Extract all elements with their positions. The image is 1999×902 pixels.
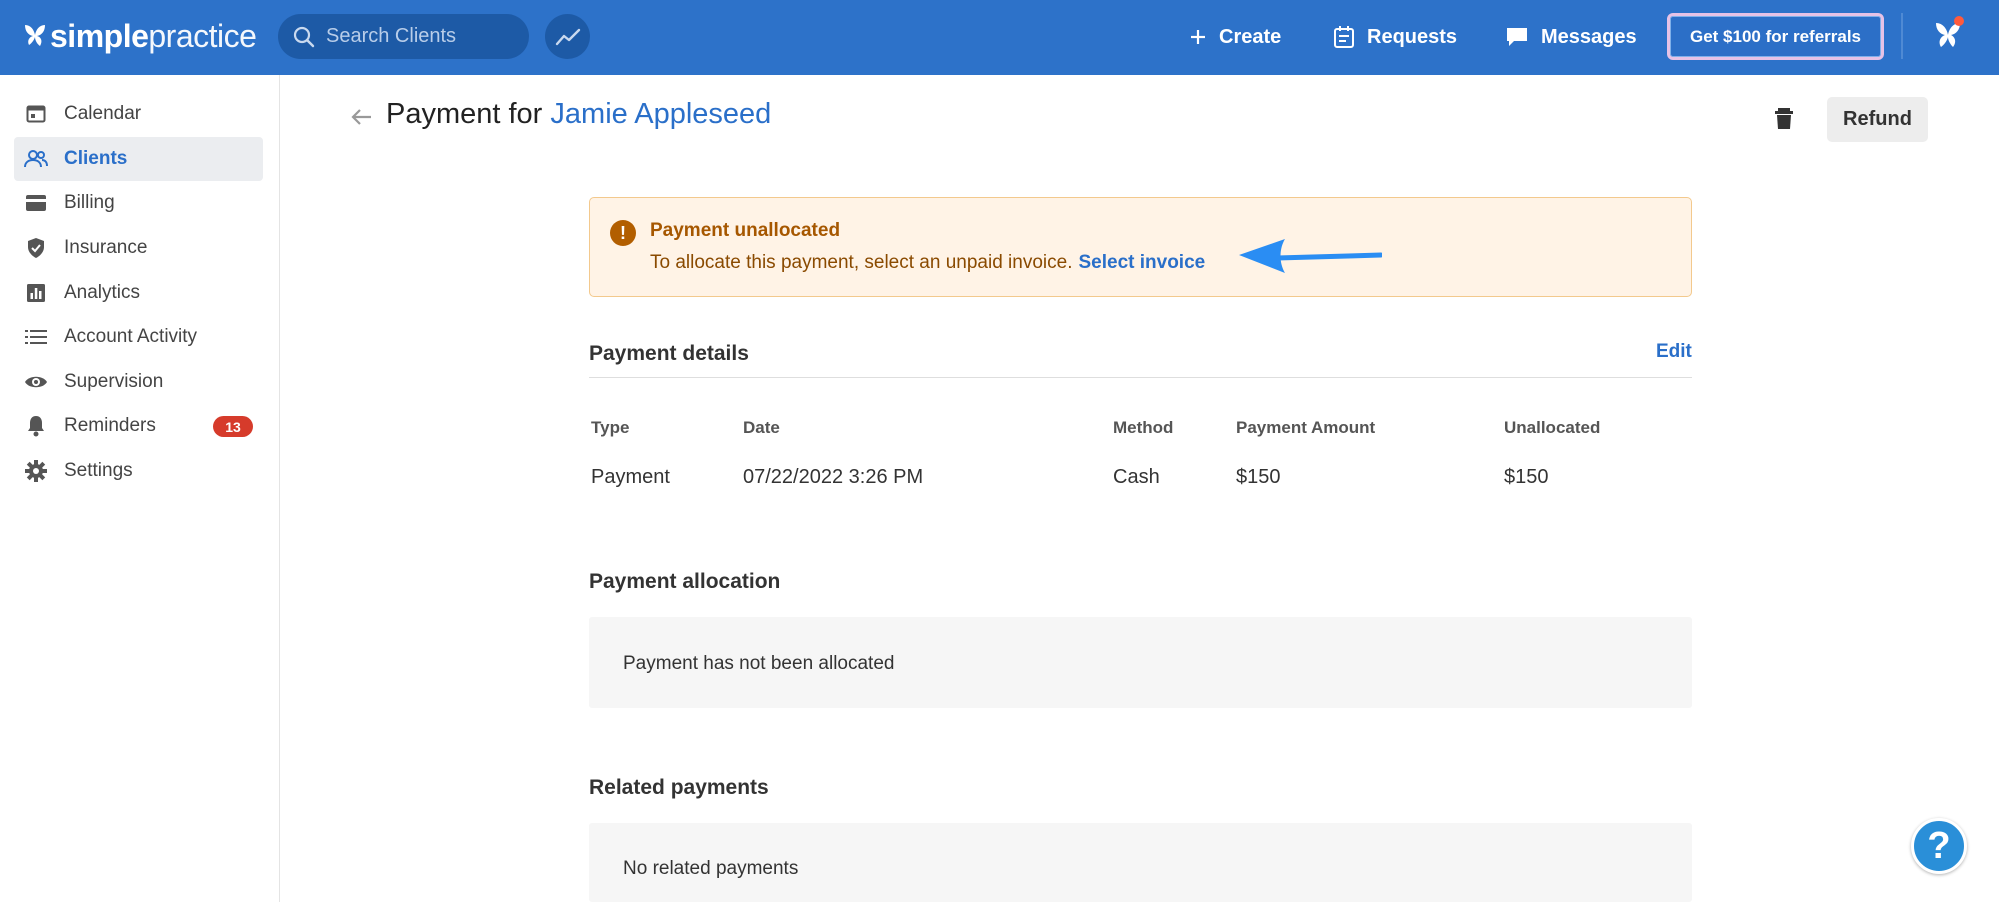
referral-button[interactable]: Get $100 for referrals bbox=[1667, 13, 1884, 60]
sidebar-item-label: Analytics bbox=[64, 282, 141, 303]
sidebar-item-label: Calendar bbox=[64, 103, 142, 124]
column-header-unallocated: Unallocated bbox=[1504, 418, 1601, 437]
sidebar-item-label: Account Activity bbox=[64, 326, 198, 347]
logo-text-light: practice bbox=[148, 17, 257, 54]
edit-payment-link[interactable]: Edit bbox=[1656, 341, 1692, 363]
clients-icon bbox=[24, 147, 48, 171]
gear-icon bbox=[24, 459, 48, 483]
sidebar-item-supervision[interactable]: Supervision bbox=[14, 360, 263, 404]
butterfly-logo-icon bbox=[25, 25, 45, 46]
cell-type: Payment bbox=[591, 466, 670, 488]
cell-payment-amount: $150 bbox=[1236, 466, 1281, 488]
unallocated-warning-banner: ! Payment unallocated To allocate this p… bbox=[589, 197, 1692, 297]
search-icon bbox=[293, 26, 315, 47]
column-header-method: Method bbox=[1113, 418, 1174, 437]
calendar-icon bbox=[24, 102, 48, 126]
alert-message: To allocate this payment, select an unpa… bbox=[650, 252, 1205, 274]
payment-allocation-title: Payment allocation bbox=[589, 570, 781, 593]
create-button[interactable]: Create bbox=[1189, 18, 1281, 56]
sidebar-item-calendar[interactable]: Calendar bbox=[14, 92, 263, 136]
sidebar-item-analytics[interactable]: Analytics bbox=[14, 271, 263, 315]
chat-bubble-icon bbox=[1507, 28, 1527, 46]
client-name-link[interactable]: Jamie Appleseed bbox=[550, 98, 771, 130]
eye-icon bbox=[24, 370, 48, 394]
sidebar-item-label: Insurance bbox=[64, 237, 148, 258]
back-arrow-icon[interactable] bbox=[349, 104, 375, 130]
plus-icon bbox=[1191, 30, 1205, 44]
empty-state-text: No related payments bbox=[623, 858, 799, 879]
page-title-prefix: Payment for bbox=[386, 98, 543, 130]
column-header-payment-amount: Payment Amount bbox=[1236, 418, 1376, 437]
search-input[interactable] bbox=[326, 25, 516, 48]
requests-label: Requests bbox=[1367, 25, 1458, 48]
refund-button[interactable]: Refund bbox=[1827, 97, 1928, 142]
requests-button[interactable]: Requests bbox=[1333, 18, 1457, 56]
cell-unallocated: $150 bbox=[1504, 466, 1549, 488]
search-clients-field[interactable] bbox=[278, 14, 529, 59]
sidebar-item-billing[interactable]: Billing bbox=[14, 181, 263, 225]
alert-title: Payment unallocated bbox=[650, 220, 841, 241]
cell-method: Cash bbox=[1113, 466, 1160, 488]
sidebar-item-reminders[interactable]: Reminders 13 bbox=[14, 404, 263, 448]
cell-date: 07/22/2022 3:26 PM bbox=[743, 466, 924, 488]
topbar-divider bbox=[1901, 13, 1903, 59]
payment-allocation-empty-state: Payment has not been allocated bbox=[589, 617, 1692, 708]
calendar-clipboard-icon bbox=[1334, 26, 1354, 48]
logo-text-bold: simple bbox=[50, 17, 149, 54]
section-divider bbox=[589, 377, 1692, 378]
sidebar-item-settings[interactable]: Settings bbox=[14, 449, 263, 493]
sidebar-item-label: Billing bbox=[64, 192, 115, 213]
analytics-icon bbox=[24, 281, 48, 305]
page-title: Payment for Jamie Appleseed bbox=[386, 98, 771, 131]
list-icon bbox=[24, 325, 48, 349]
empty-state-text: Payment has not been allocated bbox=[623, 653, 895, 674]
sidebar-item-label: Clients bbox=[64, 148, 128, 169]
sidebar: Calendar Clients Billing Insurance Analy… bbox=[0, 75, 280, 902]
trash-icon[interactable] bbox=[1770, 104, 1798, 132]
reminders-count-badge: 13 bbox=[213, 416, 253, 437]
column-header-type: Type bbox=[591, 418, 630, 437]
shield-icon bbox=[24, 236, 48, 260]
related-payments-empty-state: No related payments bbox=[589, 823, 1692, 902]
insights-button[interactable] bbox=[545, 14, 590, 59]
warning-icon: ! bbox=[610, 220, 636, 246]
create-label: Create bbox=[1219, 25, 1282, 48]
sidebar-item-label: Reminders bbox=[64, 415, 156, 436]
trend-line-icon bbox=[555, 28, 580, 45]
top-navigation-bar: simplepractice Create Requests bbox=[0, 0, 1999, 75]
sidebar-item-insurance[interactable]: Insurance bbox=[14, 226, 263, 270]
messages-label: Messages bbox=[1541, 25, 1637, 48]
sidebar-item-label: Settings bbox=[64, 460, 133, 481]
column-header-date: Date bbox=[743, 418, 780, 437]
sidebar-item-clients[interactable]: Clients bbox=[14, 137, 263, 181]
sidebar-item-account-activity[interactable]: Account Activity bbox=[14, 315, 263, 359]
annotation-arrow-icon bbox=[1239, 239, 1382, 273]
bell-icon bbox=[24, 414, 48, 438]
sidebar-item-label: Supervision bbox=[64, 371, 164, 392]
payment-details-title: Payment details bbox=[589, 342, 749, 365]
billing-icon bbox=[24, 191, 48, 215]
help-button[interactable]: ? bbox=[1911, 818, 1967, 874]
simplepractice-logo[interactable]: simple practice bbox=[22, 14, 257, 58]
alert-body-text: To allocate this payment, select an unpa… bbox=[650, 252, 1073, 273]
select-invoice-link[interactable]: Select invoice bbox=[1078, 252, 1205, 273]
messages-button[interactable]: Messages bbox=[1505, 18, 1637, 56]
notification-dot bbox=[1954, 16, 1964, 26]
related-payments-title: Related payments bbox=[589, 776, 769, 799]
